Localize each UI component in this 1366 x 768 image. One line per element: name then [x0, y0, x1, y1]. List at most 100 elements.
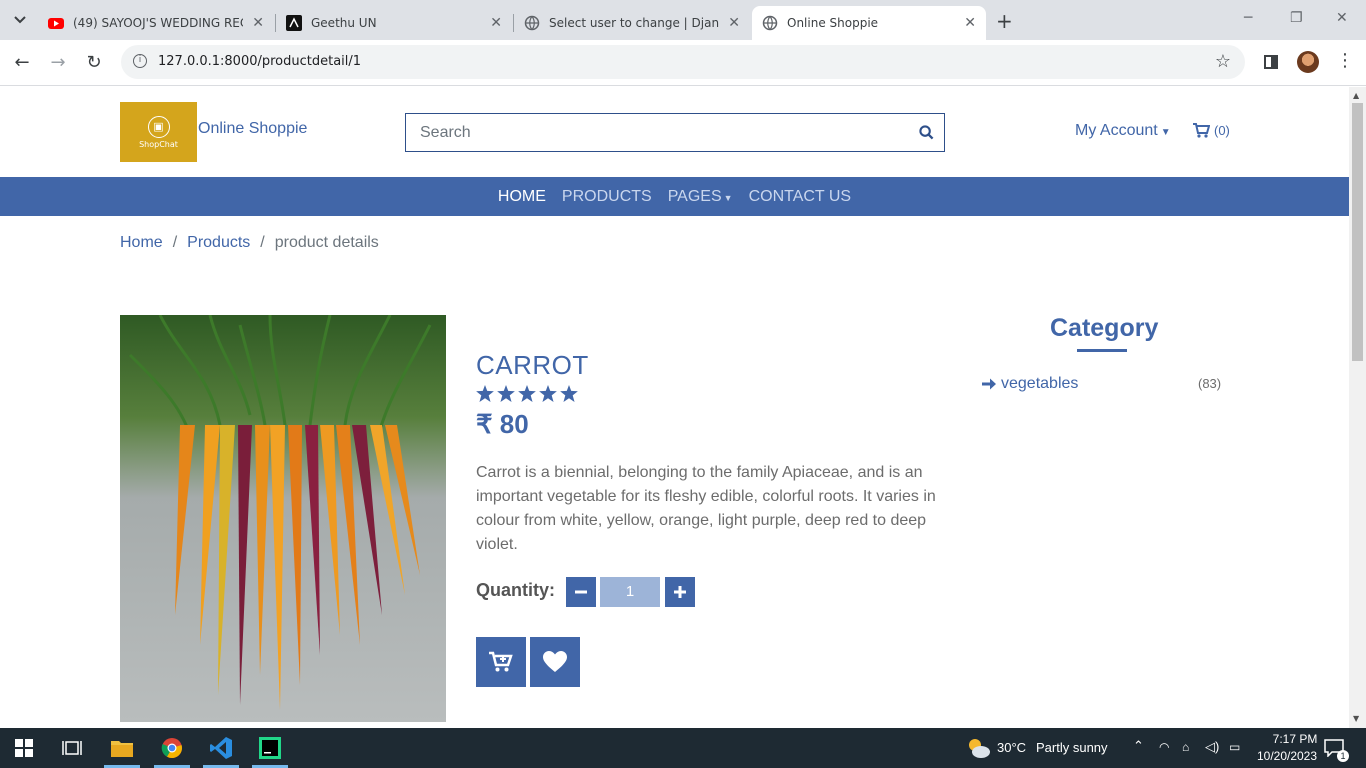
- search-icon[interactable]: [908, 125, 944, 140]
- vscode-icon[interactable]: [209, 736, 233, 760]
- logo-text: ShopChat: [139, 139, 178, 149]
- product-price: ₹ 80: [476, 409, 529, 439]
- product-image: [120, 315, 446, 722]
- product-name: CARROT: [476, 350, 589, 380]
- nav-pages[interactable]: PAGES ▼: [668, 188, 733, 206]
- category-item-label: vegetables: [1001, 375, 1079, 392]
- tab-title: Online Shoppie: [787, 16, 879, 30]
- tab-title: Select user to change | Django: [549, 16, 719, 30]
- bookmark-star-icon[interactable]: ☆: [1215, 51, 1231, 72]
- chrome-icon[interactable]: [160, 736, 184, 760]
- breadcrumb-separator: /: [172, 234, 178, 251]
- quantity-decrease-button[interactable]: [566, 577, 596, 607]
- my-account-dropdown[interactable]: My Account ▼: [1075, 122, 1171, 140]
- breadcrumb-products[interactable]: Products: [187, 234, 250, 252]
- browser-tab-online-shoppie[interactable]: Online Shoppie ✕: [752, 6, 986, 40]
- scrollbar-thumb[interactable]: [1352, 103, 1363, 361]
- breadcrumb-current: product details: [274, 234, 379, 251]
- browser-toolbar: ← → ↻ i 127.0.0.1:8000/productdetail/1 ☆…: [0, 40, 1366, 86]
- breadcrumb-separator: /: [260, 234, 265, 251]
- quantity-increase-button[interactable]: [665, 577, 695, 607]
- weather-temperature[interactable]: 30°C: [997, 740, 1026, 755]
- reload-icon[interactable]: ↻: [82, 52, 106, 73]
- star-icon: [560, 385, 578, 402]
- browser-menu-icon[interactable]: ⋮: [1336, 50, 1354, 71]
- clock-time[interactable]: 7:17 PM: [1260, 732, 1330, 746]
- file-explorer-icon[interactable]: [110, 736, 134, 760]
- show-hidden-icons-chevron-icon[interactable]: ⌃: [1133, 738, 1144, 754]
- browser-tab-github[interactable]: Geethu UN ✕: [276, 6, 512, 40]
- window-close-icon[interactable]: ✕: [1336, 10, 1348, 26]
- task-view-icon[interactable]: [60, 736, 84, 760]
- weather-description[interactable]: Partly sunny: [1036, 740, 1108, 755]
- close-icon[interactable]: ✕: [490, 15, 502, 31]
- forward-arrow-icon[interactable]: →: [46, 52, 70, 73]
- browser-tab-django[interactable]: Select user to change | Django ✕: [514, 6, 750, 40]
- browser-tab-strip: (49) SAYOOJ'S WEDDING RECE ✕ Geethu UN ✕…: [0, 0, 1366, 40]
- account-label: My Account: [1075, 122, 1158, 139]
- star-icon: [497, 385, 515, 402]
- product-rating: [476, 385, 581, 402]
- minus-icon: [575, 590, 587, 594]
- search-bar: [405, 113, 945, 152]
- scroll-down-arrow-icon[interactable]: ▼: [1353, 714, 1359, 723]
- restore-icon[interactable]: ❐: [1290, 10, 1303, 26]
- nav-products[interactable]: PRODUCTS: [562, 188, 652, 206]
- github-icon: [286, 15, 302, 31]
- pycharm-icon[interactable]: [258, 736, 282, 760]
- battery-icon[interactable]: ▭: [1229, 740, 1240, 754]
- brand-name[interactable]: Online Shoppie: [198, 120, 307, 138]
- heart-icon: [543, 651, 567, 672]
- category-item-vegetables[interactable]: vegetables: [982, 375, 1078, 393]
- add-to-wishlist-button[interactable]: [530, 637, 580, 687]
- address-bar[interactable]: i 127.0.0.1:8000/productdetail/1 ☆: [121, 45, 1245, 79]
- page-viewport: ▣ ShopChat Online Shoppie My Account▼ (0…: [0, 87, 1349, 728]
- tab-search-button[interactable]: [8, 8, 32, 32]
- url-text[interactable]: 127.0.0.1:8000/productdetail/1: [158, 54, 361, 69]
- network-icon[interactable]: ⌂: [1182, 740, 1189, 754]
- cart-plus-icon: [489, 651, 513, 672]
- product-description: Carrot is a biennial, belonging to the f…: [476, 464, 936, 553]
- side-panel-icon[interactable]: [1264, 55, 1278, 69]
- tab-title: (49) SAYOOJ'S WEDDING RECE: [73, 16, 243, 30]
- close-icon[interactable]: ✕: [728, 15, 740, 31]
- cart-link[interactable]: (0): [1193, 123, 1230, 138]
- search-input[interactable]: [406, 114, 908, 151]
- breadcrumb: Home / Products / product details: [120, 234, 379, 252]
- site-info-icon[interactable]: i: [133, 54, 147, 68]
- profile-avatar[interactable]: [1297, 51, 1319, 73]
- windows-start-icon[interactable]: [12, 736, 36, 760]
- globe-icon: [524, 15, 540, 31]
- page-scrollbar[interactable]: ▲ ▼: [1349, 87, 1366, 728]
- clock-date[interactable]: 10/20/2023: [1252, 749, 1322, 763]
- new-tab-plus-icon[interactable]: +: [996, 9, 1013, 33]
- quantity-label: Quantity:: [476, 580, 555, 600]
- site-logo[interactable]: ▣ ShopChat: [120, 102, 197, 162]
- youtube-icon: [48, 18, 64, 29]
- weather-partly-sunny-icon[interactable]: [966, 736, 990, 760]
- nav-contact-us[interactable]: CONTACT US: [749, 188, 852, 206]
- notification-badge: 1: [1337, 750, 1349, 762]
- back-arrow-icon[interactable]: ←: [10, 52, 34, 73]
- breadcrumb-home[interactable]: Home: [120, 234, 163, 252]
- quantity-input[interactable]: 1: [600, 577, 660, 607]
- nav-home[interactable]: HOME: [498, 188, 546, 206]
- star-icon: [518, 385, 536, 402]
- star-icon: [476, 385, 494, 402]
- browser-tab-youtube[interactable]: (49) SAYOOJ'S WEDDING RECE ✕: [38, 6, 274, 40]
- cart-count: (0): [1214, 123, 1230, 138]
- close-icon[interactable]: ✕: [252, 15, 264, 31]
- close-icon[interactable]: ✕: [964, 15, 976, 31]
- wifi-icon[interactable]: ◠: [1159, 740, 1169, 754]
- star-icon: [539, 385, 557, 402]
- nav-pages-label: PAGES: [667, 187, 722, 205]
- volume-icon[interactable]: ◁): [1205, 739, 1219, 755]
- minimize-icon[interactable]: ─: [1244, 10, 1252, 26]
- scroll-up-arrow-icon[interactable]: ▲: [1353, 91, 1359, 100]
- arrow-right-icon: [982, 378, 996, 390]
- add-to-cart-button[interactable]: [476, 637, 526, 687]
- cart-icon: [1193, 123, 1210, 138]
- category-title: Category: [1050, 314, 1159, 342]
- globe-icon: [762, 15, 778, 31]
- caret-down-icon: ▼: [1160, 127, 1171, 138]
